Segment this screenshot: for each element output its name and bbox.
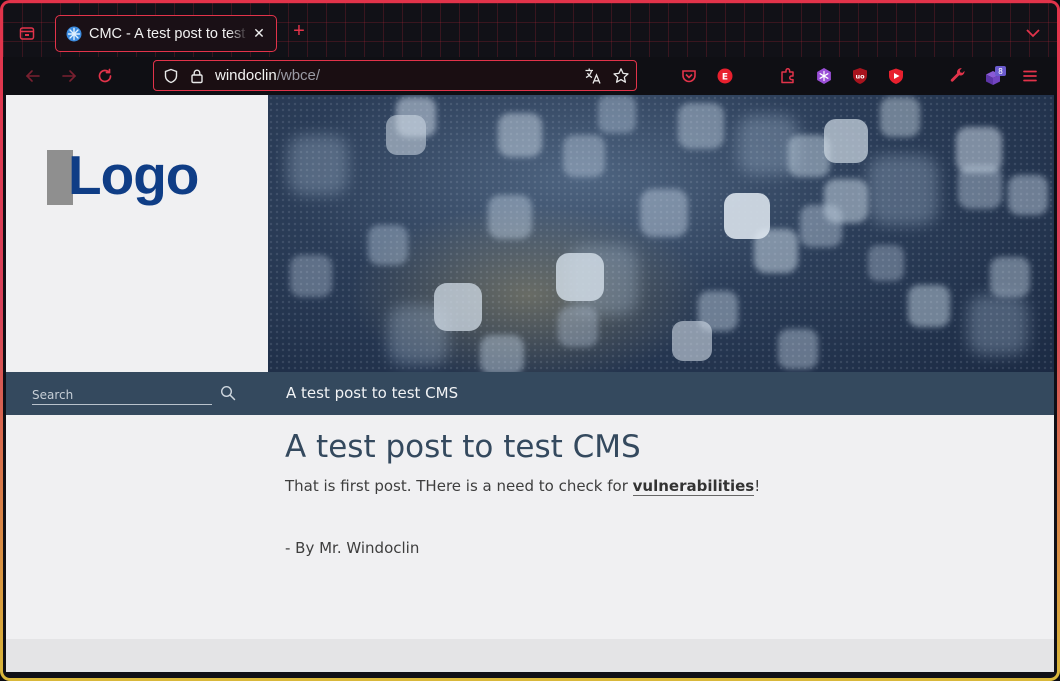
- wrench-icon[interactable]: [948, 66, 968, 86]
- search-icon[interactable]: [220, 385, 236, 401]
- reload-icon[interactable]: [95, 66, 115, 86]
- svg-text:uo: uo: [855, 73, 865, 81]
- page-viewport: Logo Search A test post to test CMS A te…: [6, 95, 1054, 672]
- back-arrow-icon[interactable]: [23, 66, 43, 86]
- hamburger-menu-icon[interactable]: [1020, 66, 1040, 86]
- url-bar[interactable]: windoclin/wbce/: [153, 60, 637, 91]
- star-bookmark-icon[interactable]: [612, 67, 630, 85]
- post-body: That is first post. THere is a need to c…: [285, 477, 1025, 496]
- tab-close-icon[interactable]: ✕: [252, 26, 266, 42]
- translate-icon[interactable]: [584, 67, 602, 85]
- post-body-end: !: [754, 477, 761, 495]
- main-content: A test post to test CMS That is first po…: [285, 429, 1025, 557]
- page-title: A test post to test CMS: [285, 429, 641, 465]
- url-path: /wbce/: [276, 67, 321, 84]
- logo-panel: Logo: [6, 95, 268, 372]
- cms-favicon-icon: [66, 26, 82, 41]
- chevron-down-icon[interactable]: [1025, 25, 1041, 39]
- browser-window: CMC - A test post to test CMS ✕ +: [0, 0, 1060, 681]
- search-input[interactable]: [32, 385, 212, 405]
- new-tab-button[interactable]: +: [289, 21, 309, 41]
- navigation-toolbar: windoclin/wbce/ E uo 8: [3, 57, 1057, 95]
- ublock-icon[interactable]: uo: [850, 66, 870, 86]
- url-text[interactable]: windoclin/wbce/: [215, 67, 320, 84]
- extension-badge-count: 8: [998, 67, 1003, 76]
- site-logo[interactable]: Logo: [68, 145, 199, 205]
- vulnerabilities-link[interactable]: vulnerabilities: [632, 477, 755, 496]
- url-host: windoclin: [215, 67, 277, 84]
- youtube-extension-icon[interactable]: [886, 66, 906, 86]
- forward-arrow-icon[interactable]: [59, 66, 79, 86]
- snowflake-extension-icon[interactable]: [814, 66, 834, 86]
- page-footer: [6, 639, 1054, 672]
- post-author: - By Mr. Windoclin: [285, 539, 420, 557]
- tab-list-icon[interactable]: [17, 23, 37, 43]
- pocket-icon[interactable]: [679, 66, 699, 86]
- tab-strip: CMC - A test post to test CMS ✕ +: [3, 3, 1057, 57]
- puzzle-extensions-icon[interactable]: [778, 66, 798, 86]
- post-body-text: That is first post. THere is a need to c…: [285, 477, 633, 495]
- shield-icon[interactable]: [162, 67, 180, 85]
- menu-item-test-post[interactable]: A test post to test CMS: [286, 384, 458, 402]
- header-banner-image: [268, 95, 1054, 372]
- extension-e-icon[interactable]: E: [715, 66, 735, 86]
- lock-icon[interactable]: [188, 67, 206, 85]
- svg-text:E: E: [722, 73, 728, 83]
- navigation-menu-bar: A test post to test CMS: [6, 372, 1054, 415]
- tab-active[interactable]: CMC - A test post to test CMS ✕: [55, 15, 277, 52]
- tab-title: CMC - A test post to test CMS: [89, 25, 248, 42]
- container-extension-icon[interactable]: 8: [984, 66, 1008, 86]
